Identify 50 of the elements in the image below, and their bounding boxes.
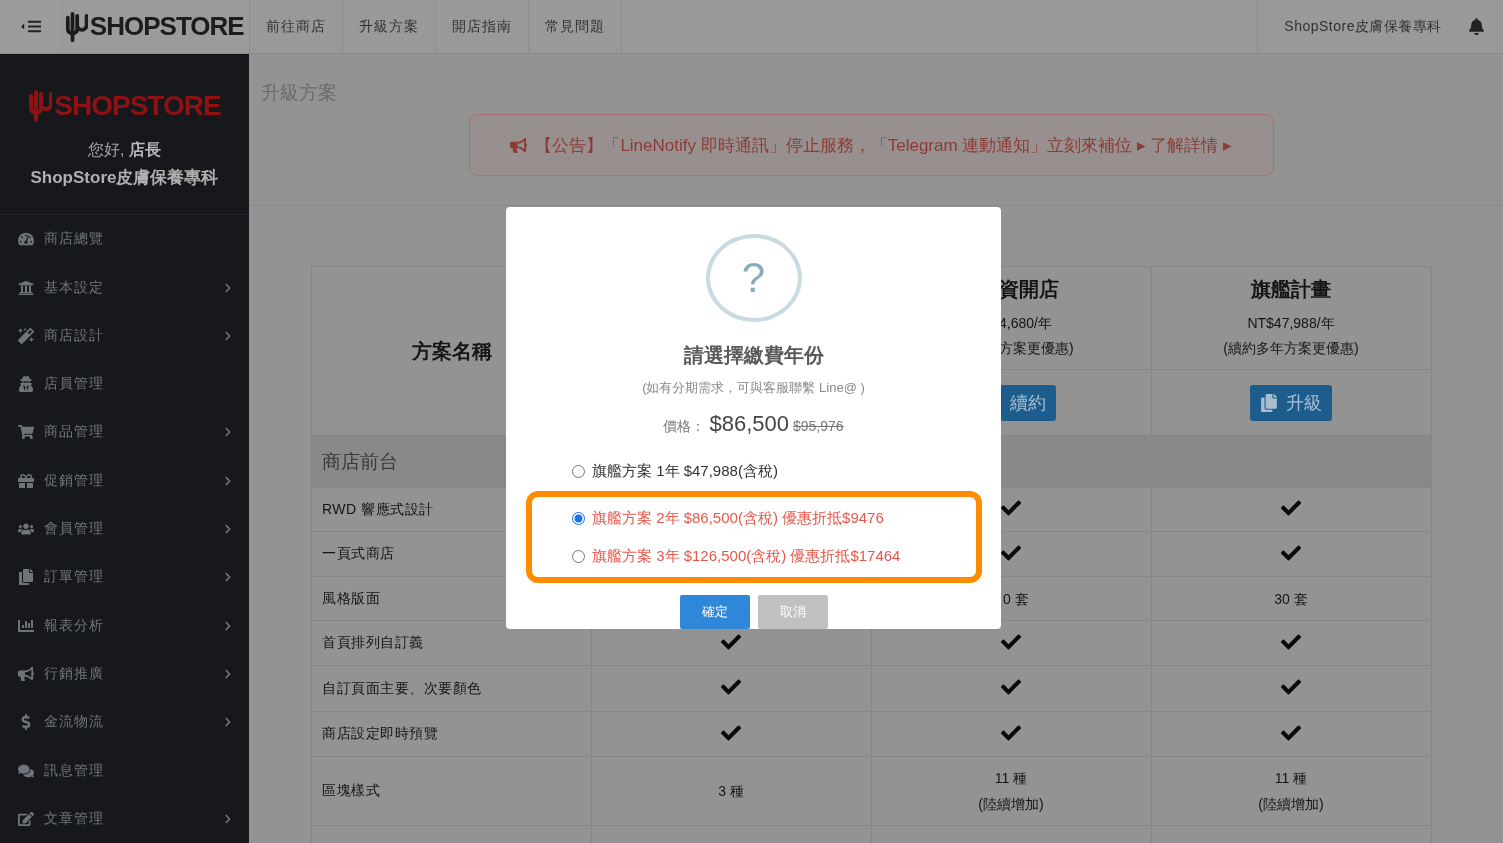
price: $86,500: [709, 411, 789, 437]
sidebar-item[interactable]: 報表分析: [0, 601, 249, 650]
sidebar-item[interactable]: 商品管理: [0, 408, 249, 457]
greeting: 您好, 店長: [88, 140, 161, 160]
sidebar-item[interactable]: 促銷管理: [0, 456, 249, 505]
dialog-button[interactable]: 確定: [679, 595, 750, 629]
table-cell-text: 3 種: [717, 782, 745, 801]
table-cell-text: (陸續增加): [1257, 795, 1325, 814]
plan-note: (續約多年方案更優惠): [1222, 338, 1360, 358]
sidebar-item[interactable]: 訂單管理: [0, 553, 249, 602]
plan-price: NT$47,988/年: [1246, 313, 1336, 333]
table-cell-text: 30 套: [1273, 589, 1309, 609]
announcement-link[interactable]: 【公告】「LineNotify 即時通訊」停止服務，「Telegram 連動通知」立刻來補位 ▸ 了解詳情 ▸: [468, 114, 1274, 176]
logo-text: SHOPSTORE: [54, 90, 221, 122]
sidebar-item[interactable]: 訊息管理: [0, 746, 249, 795]
sidebar-item[interactable]: 會員管理: [0, 504, 249, 554]
sidebar-item[interactable]: 商店總覽: [0, 215, 249, 264]
price-label: 價格：: [663, 418, 706, 436]
table-cell-text: 11 種: [1273, 769, 1309, 788]
plan-button[interactable]: 續約: [1000, 384, 1056, 421]
plan-name: 資開店: [999, 276, 1060, 302]
table-cell-text: (陸續增加): [977, 795, 1045, 814]
nav-link[interactable]: 開店指南: [436, 0, 529, 53]
dialog-subtitle: (如有分期需求，可與客服聯繫 Line@ ): [642, 379, 865, 397]
sidebar-item[interactable]: 文章管理: [0, 794, 249, 843]
logo-text: SHOPSTORE: [89, 11, 244, 42]
original-price: $95,976: [792, 418, 844, 434]
store-name: ShopStore皮膚保養專科: [30, 167, 219, 189]
option-label: 旗艦方案 1年 $47,988(含稅): [592, 461, 778, 481]
question-icon: ?: [705, 234, 802, 322]
sidebar-item[interactable]: 行銷推廣: [0, 649, 249, 699]
sidebar-item[interactable]: 店員管理: [0, 360, 249, 409]
table-cell-text: 0 套: [1003, 589, 1030, 609]
sidebar-item[interactable]: 基本設定: [0, 263, 249, 312]
plan-name: 旗艦計畫: [1250, 276, 1332, 302]
nav-link[interactable]: 前往商店: [250, 0, 343, 53]
option-label: 旗艦方案 2年 $86,500(含稅) 優惠折抵$9476: [592, 508, 884, 528]
nav-link[interactable]: 常見問題: [529, 0, 622, 53]
sidebar-item[interactable]: 金流物流: [0, 698, 249, 747]
option-label: 旗艦方案 3年 $126,500(含稅) 優惠折抵$17464: [592, 546, 901, 566]
plan-price: 4,680/年: [999, 313, 1053, 333]
store-name[interactable]: ShopStore皮膚保養專科: [1257, 0, 1468, 53]
nav-link[interactable]: 升級方案: [343, 0, 436, 53]
feature-cell: 區塊樣式: [311, 756, 592, 826]
plan-button[interactable]: 升級: [1250, 384, 1332, 421]
feature-cell: 商店設定即時預覽: [311, 711, 592, 757]
feature-cell: 自訂頁面主要、次要顏色: [311, 665, 592, 712]
table-cell-text: 11 種: [993, 769, 1029, 788]
dialog-title: 請選擇繳費年份: [683, 343, 824, 368]
sidebar-item[interactable]: 商店設計: [0, 311, 249, 361]
